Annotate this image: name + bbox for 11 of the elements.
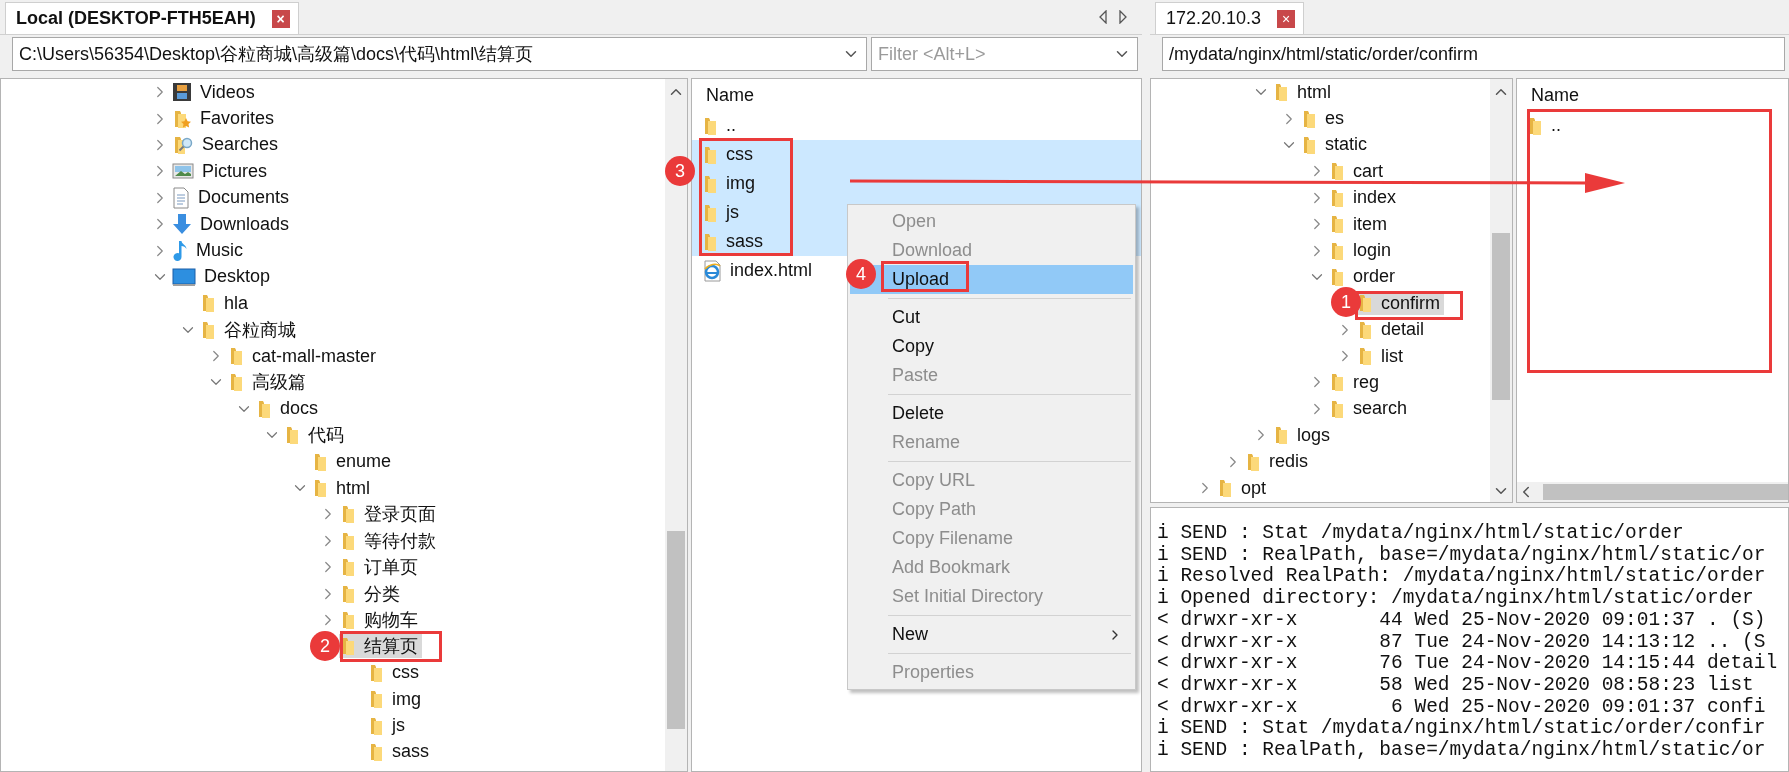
log-line: < drwxr-xr-x 87 Tue 24-Nov-2020 14:13:12 .. (S — [1157, 631, 1767, 653]
log-line: < drwxr-xr-x 76 Tue 24-Nov-2020 14:15:44 detail — [1157, 653, 1779, 675]
log-line: i Opened directory: /mydata/nginx/html/static/order — [1157, 588, 1755, 610]
log-line: i SEND : RealPath, base=/mydata/nginx/html/static/or — [1157, 740, 1767, 762]
log-line: < drwxr-xr-x 6 Wed 25-Nov-2020 09:01:37 confi — [1157, 696, 1767, 718]
log-line: i SEND : RealPath, base=/mydata/nginx/html/static/or — [1157, 544, 1767, 566]
log-line: i SEND : Stat /mydata/nginx/html/static/order — [1157, 523, 1685, 545]
log-line: < drwxr-xr-x 44 Wed 25-Nov-2020 09:01:37 . (S) — [1157, 609, 1767, 632]
log-line: < drwxr-xr-x 58 Wed 25-Nov-2020 08:58:23 list — [1157, 674, 1755, 697]
log-line: i SEND : Stat /mydata/nginx/html/static/order/confir — [1157, 718, 1767, 740]
log-line: i Resolved RealPath: /mydata/nginx/html/static/order — [1157, 566, 1767, 588]
